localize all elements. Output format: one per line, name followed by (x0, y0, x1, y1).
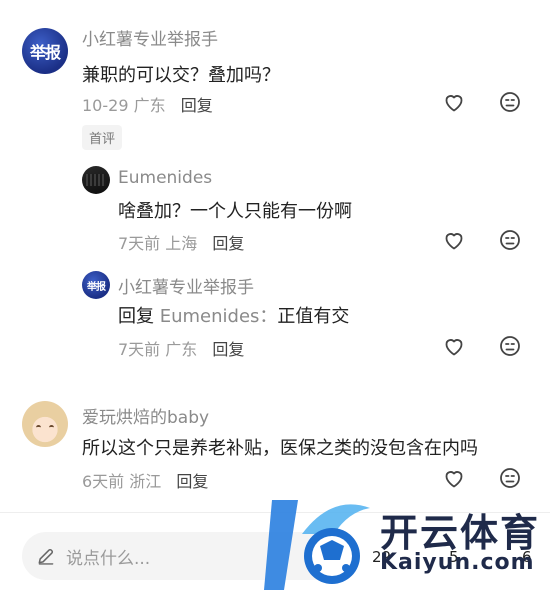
like-count[interactable]: 29 (372, 548, 391, 566)
reply-location: 上海 (165, 234, 198, 253)
reply-meta: 7天前 广东 回复 (118, 336, 244, 360)
reply-text[interactable]: 回复 Eumenides：正值有交 (118, 302, 349, 328)
avatar-label: 举报 (87, 281, 106, 293)
heart-icon[interactable] (442, 228, 466, 252)
collect-count[interactable]: 5 (449, 548, 459, 566)
comment-location: 广东 (133, 96, 166, 115)
dislike-face-icon[interactable] (498, 228, 522, 252)
dislike-face-icon[interactable] (498, 90, 522, 114)
dislike-face-icon[interactable] (498, 334, 522, 358)
heart-icon[interactable] (442, 334, 466, 358)
reply-button[interactable]: 回复 (181, 96, 213, 115)
reply-colon: ： (259, 306, 278, 327)
comment-time: 10-29 (82, 96, 129, 115)
reply-body: 正值有交 (277, 306, 350, 327)
avatar[interactable] (82, 166, 110, 194)
reply-button[interactable]: 回复 (176, 472, 208, 491)
comment-text[interactable]: 所以这个只是养老补贴，医保之类的没包含在内吗 (82, 434, 478, 460)
first-comment-badge: 首评 (82, 125, 123, 150)
heart-icon[interactable] (442, 466, 466, 490)
reply-username[interactable]: 小红薯专业举报手 (118, 273, 254, 298)
avatar-label: 举报 (29, 43, 61, 62)
heart-icon[interactable] (442, 90, 466, 114)
reply-text[interactable]: 啥叠加？一个人只能有一份啊 (118, 197, 352, 223)
reply-location: 广东 (165, 340, 198, 359)
comment-username[interactable]: 小红薯专业举报手 (82, 25, 218, 50)
comment-time: 6天前 (82, 472, 125, 491)
comment-location: 浙江 (129, 472, 162, 491)
comment-count[interactable]: 6 (522, 548, 532, 566)
comment-input[interactable]: 说点什么... (22, 532, 342, 580)
reply-target-username[interactable]: Eumenides (160, 306, 260, 327)
reply-button[interactable]: 回复 (212, 340, 244, 359)
avatar[interactable] (22, 401, 68, 447)
pen-icon (38, 548, 54, 565)
dislike-face-icon[interactable] (498, 466, 522, 490)
reply-time: 7天前 (118, 340, 161, 359)
reply-button[interactable]: 回复 (212, 234, 244, 253)
reply-prefix: 回复 (118, 306, 154, 327)
avatar[interactable]: 举报 (22, 28, 68, 74)
comment-meta: 10-29 广东 回复 (82, 92, 213, 116)
reply-username[interactable]: Eumenides (118, 168, 212, 188)
reply-time: 7天前 (118, 234, 161, 253)
comment-meta: 6天前 浙江 回复 (82, 468, 208, 492)
bottom-bar: 说点什么... 29 5 6 (0, 513, 550, 596)
avatar[interactable]: 举报 (82, 271, 110, 299)
input-placeholder: 说点什么... (66, 548, 151, 569)
comment-username[interactable]: 爱玩烘焙的baby (82, 403, 209, 428)
comment-text[interactable]: 兼职的可以交？叠加吗？ (82, 61, 280, 87)
reply-meta: 7天前 上海 回复 (118, 230, 244, 254)
